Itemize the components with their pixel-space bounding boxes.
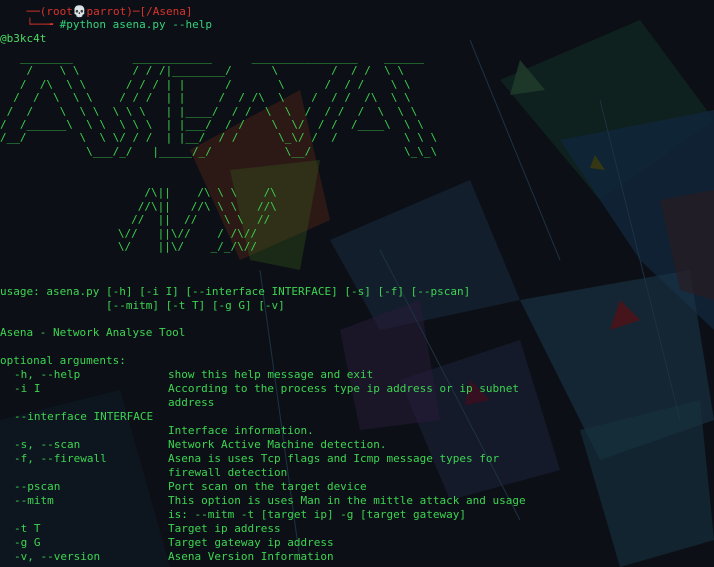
option-scan-desc: Network Active Machine detection. [168,438,387,451]
option-help-desc: show this help message and exit [168,368,374,381]
author-handle: @b3kc4t [0,32,47,45]
tool-title: Asena - Network Analyse Tool [0,326,186,339]
option-pscan-flag: --pscan [14,480,61,493]
optional-arguments-header: optional arguments: [0,354,126,367]
option-firewall-desc-cont: firewall detection [168,466,288,479]
prompt-corner-icon: └──╼ [26,18,60,31]
option-version-flag: -v, --version [14,550,101,563]
option-mitm-flag: --mitm [14,494,54,507]
option-gateway-flag: -g G [14,536,41,549]
option-interface-desc: Interface information. [168,424,314,437]
option-target-desc: Target ip address [168,522,281,535]
option-ip-desc-cont: address [168,396,215,409]
usage-line-2: [--mitm] [-t T] [-g G] [-v] [0,299,285,312]
prompt-command: #python asena.py --help [59,18,212,31]
option-interface-flag: --interface INTERFACE [14,410,154,423]
usage-line-1: usage: asena.py [-h] [-i I] [--interface… [0,285,471,298]
option-scan-flag: -s, --scan [14,438,81,451]
option-help-flag: -h, --help [14,368,81,381]
terminal[interactable]: ──(root💀parrot)─[/Asena] └──╼ #python as… [0,0,714,567]
wolf-banner-ascii: /\|| /\ \ \ /\ //\|| //\ \ \ //\ // || /… [117,186,277,253]
option-ip-desc: According to the process type ip address… [168,382,519,395]
option-pscan-desc: Port scan on the target device [168,480,367,493]
option-firewall-flag: -f, --firewall [14,452,107,465]
option-gateway-desc: Target gateway ip address [168,536,334,549]
asena-banner-ascii: ________ ____________ ________________ _… [0,51,438,158]
option-version-desc: Asena Version Information [168,550,334,563]
option-target-flag: -t T [14,522,41,535]
option-firewall-desc: Asena is uses Tcp flags and Icmp message… [168,452,500,465]
option-mitm-desc: This option is uses Man in the mittle at… [168,494,526,507]
option-mitm-desc-cont: is: --mitm -t [target ip] -g [target gat… [168,508,467,521]
option-ip-flag: -i I [14,382,41,395]
